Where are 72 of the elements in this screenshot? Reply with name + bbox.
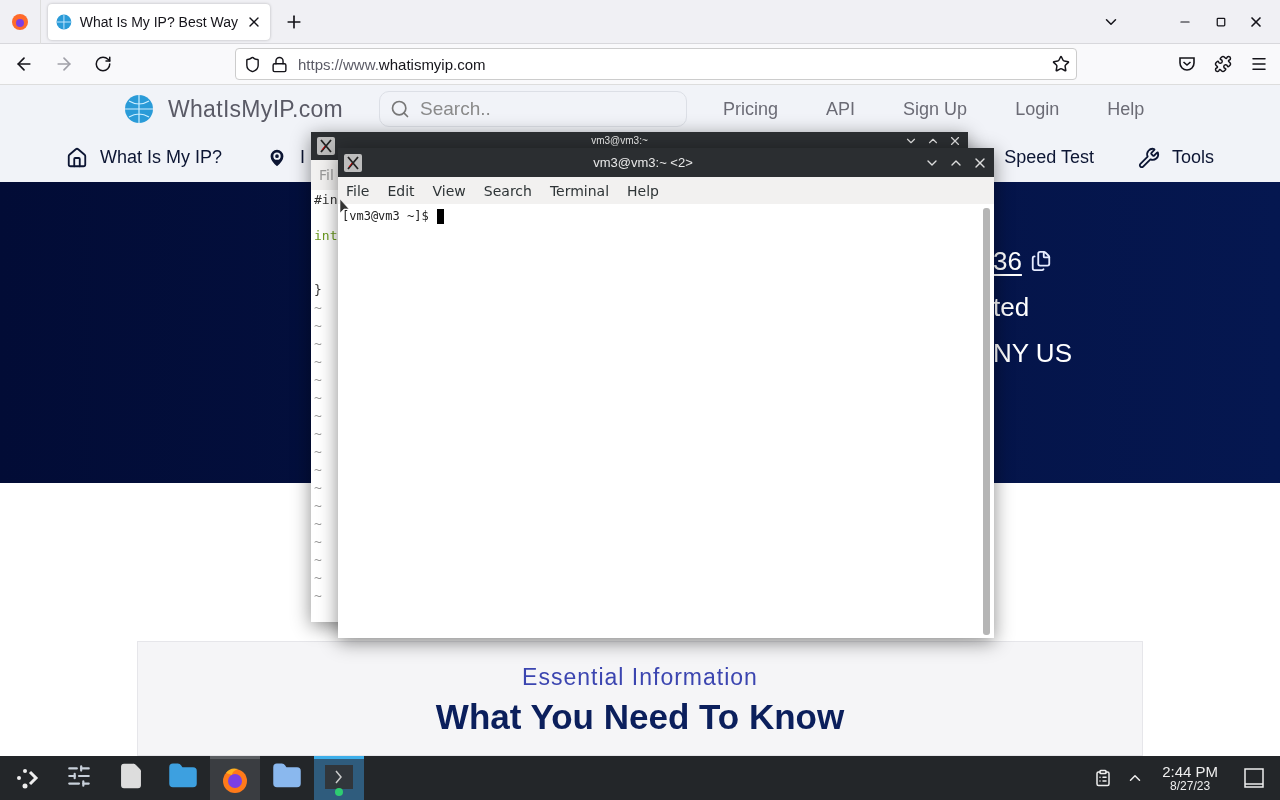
menu-item[interactable]: Search	[483, 182, 532, 199]
empty-line-marker: ~	[314, 408, 322, 425]
close-icon[interactable]	[948, 134, 962, 148]
clock[interactable]: 2:44 PM 8/27/23	[1162, 764, 1218, 792]
home-icon	[66, 146, 88, 169]
editor-line: }	[314, 282, 322, 299]
scrollbar[interactable]	[983, 208, 990, 635]
menu-item[interactable]: Help	[627, 182, 659, 199]
section-eyebrow: Essential Information	[522, 664, 758, 691]
empty-line-marker: ~	[314, 354, 322, 371]
extensions-icon[interactable]	[1214, 55, 1232, 73]
nav-link[interactable]: Tools	[1137, 146, 1214, 169]
empty-line-marker: ~	[314, 336, 322, 353]
star-icon[interactable]	[1052, 55, 1070, 73]
clipboard-icon[interactable]	[1094, 769, 1113, 787]
empty-line-marker: ~	[314, 498, 322, 515]
header-link[interactable]: Help	[1107, 98, 1145, 120]
maximize-icon[interactable]	[1216, 16, 1226, 27]
editor-line: int	[314, 228, 338, 245]
menu-item[interactable]: Edit	[387, 182, 415, 199]
firefox-icon[interactable]	[11, 12, 29, 31]
site-logo[interactable]: WhatIsMyIP.com	[168, 95, 344, 123]
address-bar[interactable]: https://www.whatismyip.com	[235, 48, 1077, 80]
empty-line-marker: ~	[314, 516, 322, 533]
nav-link[interactable]: What Is My IP?	[66, 146, 223, 169]
header-link[interactable]: Sign Up	[903, 98, 968, 120]
empty-line-marker: ~	[314, 390, 322, 407]
nav-link[interactable]: I	[266, 146, 306, 169]
menu-icon[interactable]	[1250, 55, 1268, 73]
pocket-icon[interactable]	[1178, 55, 1196, 73]
nav-link[interactable]: Speed Test	[1004, 146, 1094, 169]
terminal-icon[interactable]	[323, 762, 355, 797]
empty-line-marker: ~	[314, 552, 322, 569]
show-desktop-icon[interactable]	[1244, 768, 1264, 788]
search-field[interactable]: Search..	[379, 91, 688, 127]
header-link[interactable]: Login	[1015, 98, 1060, 120]
window-title: vm3@vm3:~ <2>	[592, 155, 694, 170]
reload-icon[interactable]	[94, 55, 112, 73]
header-link[interactable]: API	[826, 98, 856, 120]
globe-logo-icon[interactable]	[124, 94, 154, 124]
lock-icon	[271, 55, 288, 73]
globe-icon	[56, 13, 72, 30]
search-icon	[390, 99, 411, 119]
empty-line-marker: ~	[314, 426, 322, 443]
empty-line-marker: ~	[314, 372, 322, 389]
app-launcher-icon[interactable]	[15, 766, 39, 790]
editor-line: #in	[314, 192, 338, 209]
menu-item[interactable]: View	[432, 182, 466, 199]
ip-address-link[interactable]: 36	[993, 245, 1022, 277]
empty-line-marker: ~	[314, 462, 322, 479]
empty-line-marker: ~	[314, 480, 322, 497]
shell-prompt: [vm3@vm3 ~]$	[342, 209, 429, 223]
empty-line-marker: ~	[314, 534, 322, 551]
browser-tab[interactable]: What Is My IP? Best Way	[48, 3, 270, 40]
x-logo-icon	[344, 153, 362, 172]
window-title: vm3@vm3:~	[590, 134, 649, 146]
section-heading: What You Need To Know	[435, 697, 845, 737]
menu-item[interactable]: File	[346, 182, 370, 199]
shield-icon[interactable]	[244, 55, 261, 73]
empty-line-marker: ~	[314, 444, 322, 461]
empty-line-marker: ~	[314, 570, 322, 587]
header-link[interactable]: Pricing	[723, 98, 779, 120]
empty-line-marker: ~	[314, 588, 322, 605]
text-cursor	[436, 209, 444, 224]
tools-icon	[1137, 146, 1160, 169]
hero-text: NY US	[993, 337, 1072, 369]
empty-line-marker: ~	[314, 318, 322, 335]
copy-icon[interactable]	[1029, 250, 1052, 272]
x-logo-icon	[317, 137, 335, 155]
menu-item[interactable]: Terminal	[549, 182, 610, 199]
empty-line-marker: ~	[314, 300, 322, 317]
hero-text: ted	[993, 291, 1030, 323]
